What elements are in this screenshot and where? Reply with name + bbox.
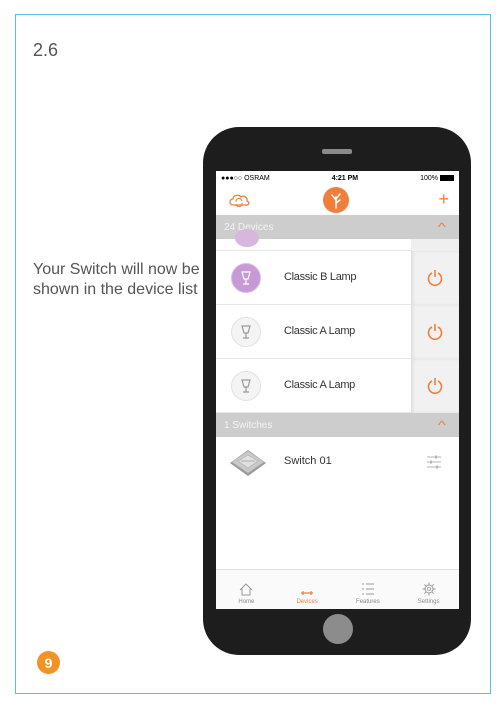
devices-icon	[301, 591, 314, 595]
switch-name: Switch 01	[284, 455, 332, 467]
power-area	[411, 239, 459, 251]
switches-section-header[interactable]: 1 Switches ^	[216, 413, 459, 437]
lightify-logo-icon[interactable]	[323, 187, 349, 213]
tab-devices[interactable]: Devices	[277, 570, 338, 609]
battery-indicator: 100%	[420, 175, 454, 182]
clock-label: 4:21 PM	[331, 174, 359, 182]
device-row[interactable]: Classic A Lamp	[216, 305, 459, 359]
tab-label: Devices	[296, 599, 318, 605]
phone-device: ●●●○○ OSRAM 4:21 PM 100% + 24 Devices ^	[203, 127, 471, 655]
caption-text: Your Switch will now be shown in the dev…	[33, 261, 200, 298]
bulb-icon	[235, 229, 259, 247]
plus-icon[interactable]: +	[438, 189, 449, 209]
device-row[interactable]: Classic A Lamp	[216, 359, 459, 413]
power-toggle[interactable]	[411, 359, 459, 413]
step-number: 2.6	[33, 40, 59, 60]
tab-label: Features	[356, 599, 380, 605]
tab-home[interactable]: Home	[216, 570, 277, 609]
status-bar: ●●●○○ OSRAM 4:21 PM 100%	[216, 171, 459, 185]
device-row[interactable]: Classic B Lamp	[216, 251, 459, 305]
page-number-badge: 9	[37, 651, 60, 674]
power-icon	[427, 270, 443, 286]
power-toggle[interactable]	[411, 251, 459, 305]
app-bar: +	[216, 185, 459, 215]
power-toggle[interactable]	[411, 305, 459, 359]
device-name: Classic A Lamp	[284, 379, 356, 391]
chevron-up-icon[interactable]: ^	[438, 220, 446, 234]
partial-device-row	[216, 229, 459, 251]
battery-icon	[439, 174, 454, 181]
list-icon	[361, 583, 374, 595]
power-icon	[427, 378, 443, 394]
bulb-icon	[231, 317, 261, 347]
device-name: Classic B Lamp	[284, 271, 357, 283]
switch-icon	[230, 450, 266, 476]
sliders-icon[interactable]	[427, 454, 441, 470]
battery-label: 100%	[420, 174, 438, 182]
tab-label: Settings	[417, 599, 440, 605]
power-icon	[427, 324, 443, 340]
tab-label: Home	[238, 599, 255, 605]
bulb-icon	[231, 371, 261, 401]
carrier-label: ●●●○○ OSRAM	[221, 174, 270, 182]
phone-screen: ●●●○○ OSRAM 4:21 PM 100% + 24 Devices ^	[216, 171, 459, 609]
tab-bar: Home Devices Features Settings	[216, 569, 459, 609]
home-button[interactable]	[323, 614, 353, 644]
phone-speaker	[322, 149, 352, 154]
house-icon	[240, 583, 253, 596]
chevron-up-icon[interactable]: ^	[438, 418, 446, 432]
gear-icon	[422, 582, 436, 596]
tab-features[interactable]: Features	[338, 570, 399, 609]
cloud-sync-icon[interactable]	[228, 192, 250, 208]
tab-settings[interactable]: Settings	[398, 570, 459, 609]
switch-row[interactable]: Switch 01	[216, 437, 459, 491]
switches-section-title: 1 Switches	[224, 419, 273, 431]
device-name: Classic A Lamp	[284, 325, 356, 337]
bulb-icon	[231, 263, 261, 293]
